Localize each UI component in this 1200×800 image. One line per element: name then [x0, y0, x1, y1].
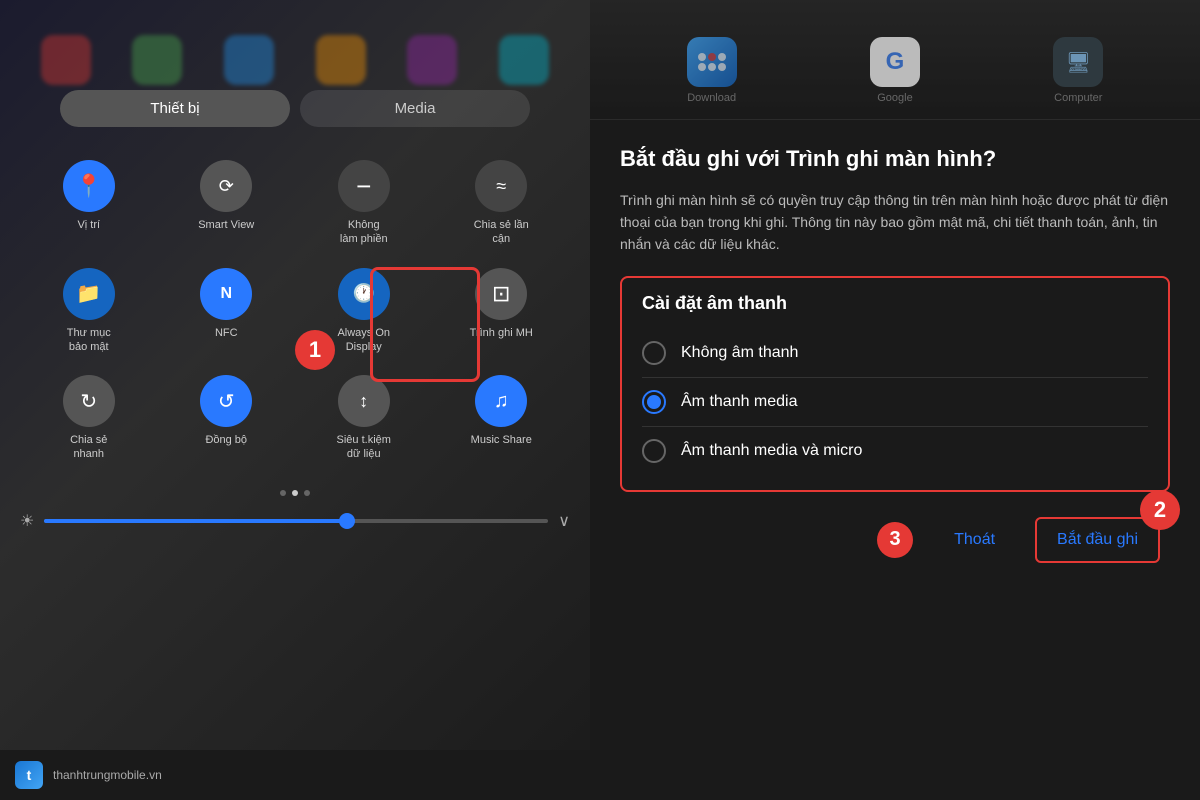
tab-device[interactable]: Thiết bị [60, 90, 290, 127]
brightness-row: ☀ ∨ [0, 506, 590, 536]
radio-option-media-mic[interactable]: Âm thanh media và micro [642, 427, 1148, 475]
sieu-tkiem-icon: ↕ [338, 375, 390, 427]
action-row: Thoát 3 Bắt đầu ghi [620, 512, 1170, 568]
dong-bo-icon: ↺ [200, 375, 252, 427]
thu-muc-bao-mat-label: Thư mụcbảo mật [67, 326, 111, 355]
dots-row [0, 480, 590, 506]
tabs-container: Thiết bị Media [0, 0, 590, 142]
thu-muc-bao-mat-icon: 📁 [63, 268, 115, 320]
chevron-down-icon[interactable]: ∨ [558, 511, 570, 531]
radio-option-no-sound[interactable]: Không âm thanh [642, 329, 1148, 378]
radio-circle-media-mic [642, 439, 666, 463]
quick-item-music-share[interactable]: ♫ Music Share [433, 367, 571, 470]
dialog-desc: Trình ghi màn hình sẽ có quyền truy cập … [620, 189, 1170, 256]
app-col-computer: 🖥 Computer [1053, 37, 1103, 104]
computer-label: Computer [1054, 92, 1102, 104]
dialog-title: Bắt đầu ghi với Trình ghi màn hình? [620, 145, 1170, 174]
nfc-label: NFC [215, 326, 238, 340]
radio-option-media-sound[interactable]: Âm thanh media [642, 378, 1148, 427]
chia-se-nhanh-label: Chia sẻnhanh [70, 433, 107, 462]
highlight-box-trinh-ghi [370, 267, 480, 382]
dong-bo-label: Đồng bộ [205, 433, 247, 447]
quick-item-chia-se-nhanh[interactable]: ↻ Chia sẻnhanh [20, 367, 158, 470]
dot-3 [304, 490, 310, 496]
step3-badge: 3 [877, 522, 913, 558]
quick-item-thu-muc-bao-mat[interactable]: 📁 Thư mụcbảo mật [20, 260, 158, 363]
chia-se-nhanh-icon: ↻ [63, 375, 115, 427]
music-share-icon: ♫ [475, 375, 527, 427]
dot-2 [292, 490, 298, 496]
start-recording-button[interactable]: Bắt đầu ghi [1035, 517, 1160, 563]
radio-label-no-sound: Không âm thanh [681, 344, 798, 362]
right-panel: Download G Google 🖥 Computer Bắt đầu ghi… [590, 0, 1200, 800]
sieu-tkiem-label: Siêu t.kiệmdữ liệu [337, 433, 391, 462]
brightness-fill [44, 519, 346, 523]
radio-inner-media-sound [647, 395, 661, 409]
google-label: Google [877, 92, 912, 104]
radio-circle-no-sound [642, 341, 666, 365]
khong-lam-phien-icon: − [338, 160, 390, 212]
brand-logo: t [15, 761, 43, 789]
quick-item-vi-tri[interactable]: 📍 Vị trí [20, 152, 158, 255]
radio-label-media-mic: Âm thanh media và micro [681, 442, 862, 460]
step1-badge: 1 [295, 330, 335, 370]
dot-1 [280, 490, 286, 496]
nfc-icon: N [200, 268, 252, 320]
trinh-ghi-mh-icon: ⊡ [475, 268, 527, 320]
app-col-download: Download [687, 37, 737, 104]
main-container: Thiết bị Media 📍 Vị trí ⟳ Smart View − K… [0, 0, 1200, 800]
top-apps-row: Download G Google 🖥 Computer [590, 0, 1200, 120]
app-col-google: G Google [870, 37, 920, 104]
vi-tri-label: Vị trí [77, 218, 100, 232]
radio-label-media-sound: Âm thanh media [681, 393, 798, 411]
smart-view-label: Smart View [198, 218, 254, 232]
radio-circle-media-sound [642, 390, 666, 414]
vi-tri-icon: 📍 [63, 160, 115, 212]
quick-item-chia-se-lan-can[interactable]: ≈ Chia sẻ lầncận [433, 152, 571, 255]
quick-item-smart-view[interactable]: ⟳ Smart View [158, 152, 296, 255]
brightness-bar[interactable] [44, 519, 548, 523]
brand-text: thanhtrungmobile.vn [53, 768, 162, 782]
sound-settings-title: Cài đặt âm thanh [642, 293, 1148, 314]
quick-item-nfc[interactable]: N NFC [158, 260, 296, 363]
brightness-icon: ☀ [20, 511, 34, 531]
khong-lam-phien-label: Khônglàm phiền [340, 218, 388, 247]
smart-view-icon: ⟳ [200, 160, 252, 212]
chia-se-lan-can-icon: ≈ [475, 160, 527, 212]
quick-item-khong-lam-phien[interactable]: − Khônglàm phiền [295, 152, 433, 255]
left-panel: Thiết bị Media 📍 Vị trí ⟳ Smart View − K… [0, 0, 590, 800]
quick-grid: 📍 Vị trí ⟳ Smart View − Khônglàm phiền ≈… [0, 142, 590, 480]
bottom-bar: t thanhtrungmobile.vn [0, 750, 590, 800]
quick-item-sieu-tkiem[interactable]: ↕ Siêu t.kiệmdữ liệu [295, 367, 433, 470]
music-share-label: Music Share [471, 433, 532, 447]
step2-badge: 2 [1140, 490, 1180, 530]
chia-se-lan-can-label: Chia sẻ lầncận [474, 218, 529, 247]
quick-item-dong-bo[interactable]: ↺ Đồng bộ [158, 367, 296, 470]
dialog-content: Bắt đầu ghi với Trình ghi màn hình? Trìn… [590, 120, 1200, 593]
download-label: Download [687, 92, 736, 104]
tab-media[interactable]: Media [300, 90, 530, 127]
cancel-button[interactable]: Thoát [934, 519, 1015, 561]
brightness-thumb [339, 513, 355, 529]
sound-settings-box: Cài đặt âm thanh Không âm thanh Âm thanh… [620, 276, 1170, 492]
